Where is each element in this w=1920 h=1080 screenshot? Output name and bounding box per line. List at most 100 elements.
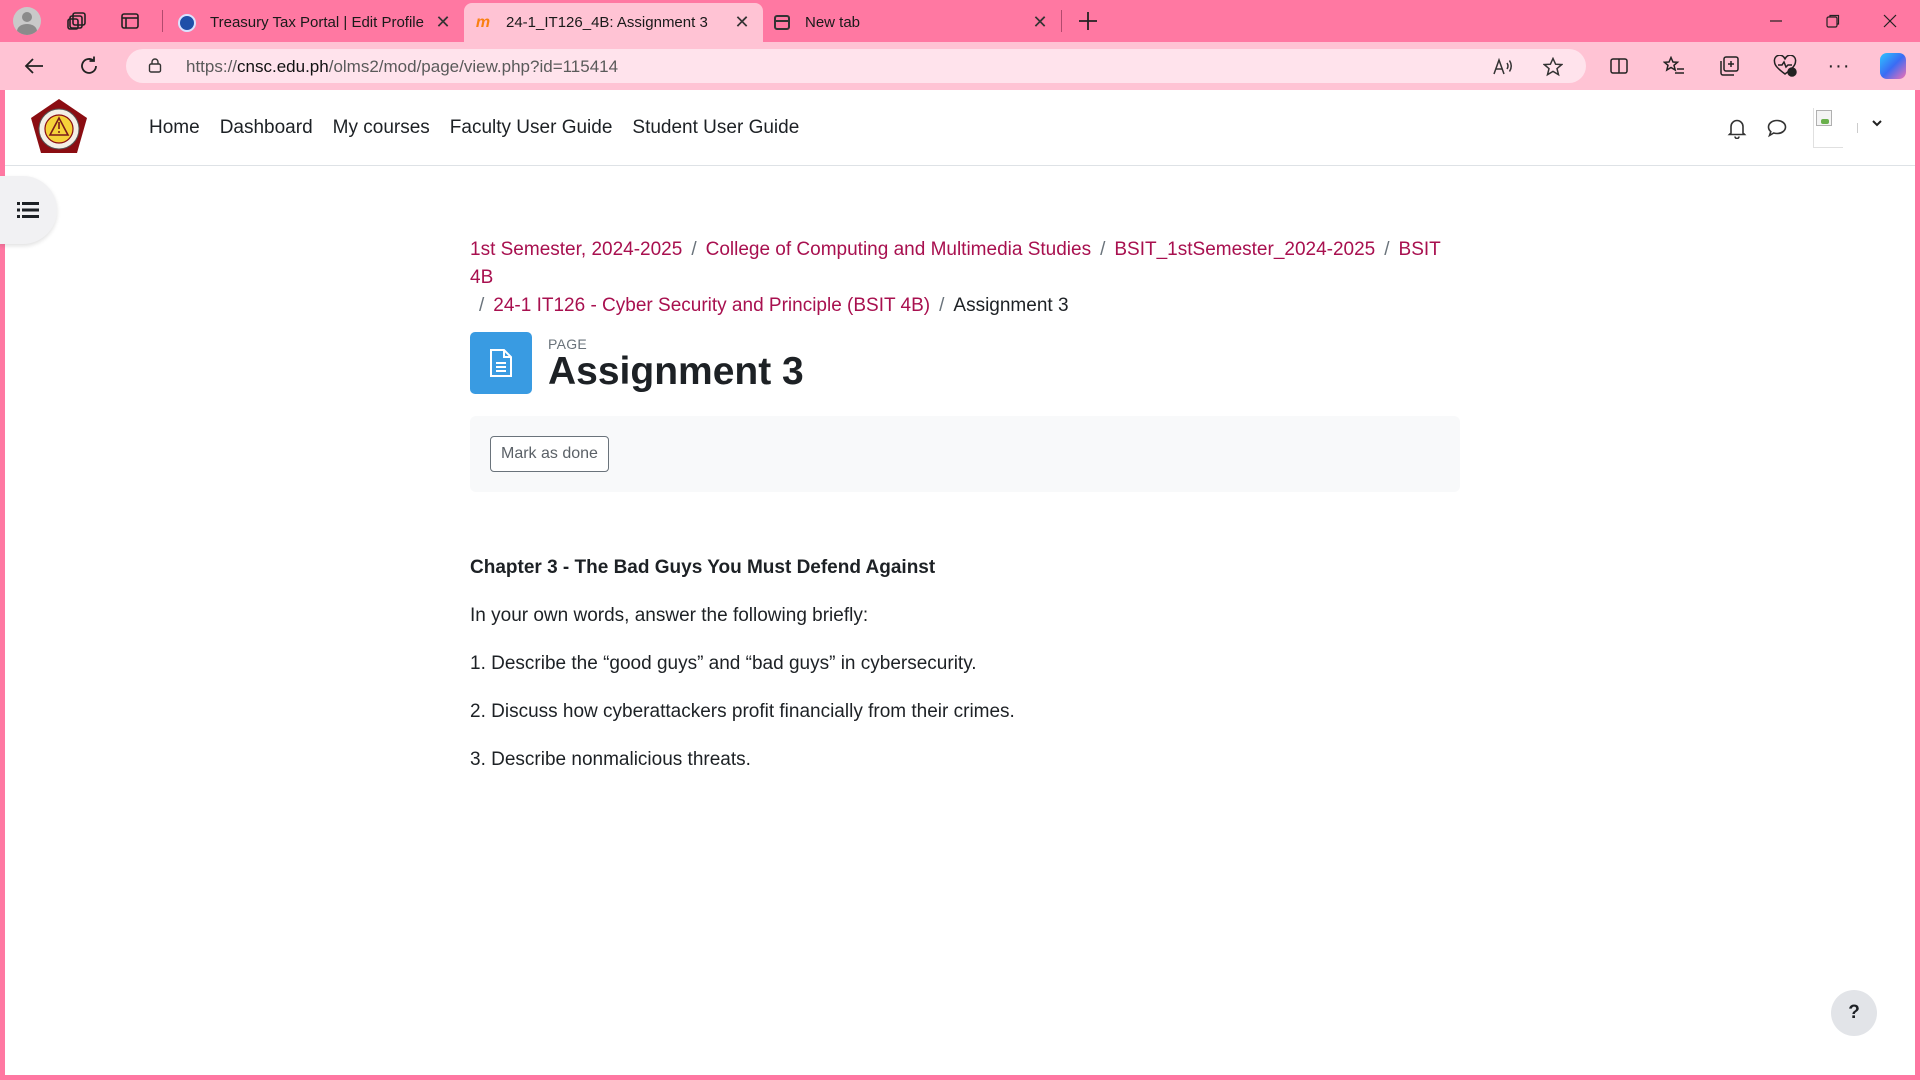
favorites-list-icon [1663, 56, 1684, 74]
site-navbar: Home Dashboard My courses Faculty User G… [5, 90, 1915, 166]
breadcrumb-separator: / [479, 295, 485, 316]
nav-home[interactable]: Home [149, 117, 200, 139]
question-item: 3. Describe nonmalicious threats. [470, 749, 751, 770]
treasury-favicon-icon [178, 13, 196, 32]
tab-separator [1061, 10, 1062, 32]
help-button[interactable]: ? [1831, 990, 1877, 1036]
user-avatar[interactable] [1813, 108, 1843, 148]
back-arrow-icon [24, 58, 43, 74]
tab-close-icon[interactable]: ✕ [432, 12, 454, 34]
chevron-down-icon [1872, 120, 1882, 127]
tab-title: New tab [805, 14, 861, 31]
breadcrumb-separator: / [939, 295, 945, 316]
messages-button[interactable] [1763, 114, 1791, 142]
page-document-icon [470, 332, 532, 394]
tab-separator [162, 10, 163, 32]
nav-dashboard[interactable]: Dashboard [220, 117, 313, 139]
restore-button[interactable] [1805, 0, 1861, 42]
tab-close-icon[interactable]: ✕ [1029, 12, 1051, 34]
tab-title: Treasury Tax Portal | Edit Profile [210, 14, 424, 31]
tab-actions-button[interactable] [114, 5, 146, 37]
breadcrumb-separator: / [1100, 239, 1106, 260]
close-icon [1883, 14, 1897, 28]
workspaces-button[interactable] [61, 5, 93, 37]
activity-header: PAGE Assignment 3 [470, 328, 1460, 410]
plus-icon [1079, 12, 1097, 30]
primary-navigation: Home Dashboard My courses Faculty User G… [139, 90, 809, 166]
nav-faculty-user-guide[interactable]: Faculty User Guide [450, 117, 613, 139]
breadcrumb: 1st Semester, 2024-2025 / College of Compu… [470, 236, 1460, 320]
browser-tab-strip: Treasury Tax Portal | Edit Profile ✕ m 2… [0, 0, 1920, 42]
breadcrumb-semester[interactable]: 1st Semester, 2024-2025 [470, 239, 682, 260]
copilot-button[interactable] [1876, 50, 1910, 82]
lock-icon [148, 58, 162, 73]
breadcrumb-program[interactable]: BSIT_1stSemester_2024-2025 [1114, 239, 1375, 260]
browser-profile-button[interactable] [11, 5, 43, 37]
split-screen-button[interactable] [1602, 50, 1636, 82]
minimize-button[interactable] [1748, 0, 1804, 42]
breadcrumb-separator: / [1384, 239, 1390, 260]
url-path: /olms2/mod/page/view.php?id=115414 [328, 57, 619, 76]
page-content: Chapter 3 - The Bad Guys You Must Defend… [470, 554, 1460, 774]
read-aloud-icon [1493, 57, 1512, 75]
content-intro: In your own words, answer the following … [470, 605, 869, 626]
breadcrumb-college[interactable]: College of Computing and Multimedia Stud… [706, 239, 1092, 260]
main-content: 1st Semester, 2024-2025 / College of Compu… [470, 236, 1460, 794]
back-button[interactable] [17, 50, 51, 82]
browser-essentials-button[interactable] [1768, 50, 1802, 82]
url-scheme: https:// [186, 57, 238, 76]
collections-button[interactable] [1712, 50, 1746, 82]
favorite-star-button[interactable] [1539, 53, 1567, 81]
breadcrumb-separator: / [691, 239, 697, 260]
refresh-icon [81, 56, 97, 74]
broken-image-icon [1816, 110, 1832, 126]
user-menu-divider [1857, 123, 1858, 133]
activity-completion-panel: Mark as done [470, 416, 1460, 492]
favorites-button[interactable] [1657, 50, 1691, 82]
breadcrumb-current: Assignment 3 [953, 295, 1069, 316]
page-title: Assignment 3 [548, 350, 804, 393]
close-window-button[interactable] [1862, 0, 1918, 42]
workspaces-icon [67, 12, 86, 30]
profile-avatar-icon [13, 7, 41, 35]
list-icon [17, 202, 39, 218]
tab-close-icon[interactable]: ✕ [731, 12, 753, 34]
content-heading: Chapter 3 - The Bad Guys You Must Defend… [470, 557, 936, 578]
mark-as-done-button[interactable]: Mark as done [490, 436, 609, 472]
moodle-favicon-icon: m [475, 13, 491, 31]
nav-my-courses[interactable]: My courses [333, 117, 430, 139]
tab-assignment[interactable]: m 24-1_IT126_4B: Assignment 3 ✕ [464, 3, 763, 42]
tab-newtab[interactable]: New tab ✕ [763, 3, 1061, 42]
split-screen-icon [1610, 58, 1628, 74]
newtab-favicon-icon [773, 14, 791, 32]
web-page: Home Dashboard My courses Faculty User G… [0, 90, 1915, 1075]
settings-more-button[interactable]: ··· [1822, 50, 1856, 82]
browser-toolbar: https://cnsc.edu.ph/olms2/mod/page/view.… [0, 42, 1920, 90]
tab-treasury[interactable]: Treasury Tax Portal | Edit Profile ✕ [168, 3, 464, 42]
question-item: 2. Discuss how cyberattackers profit fin… [470, 701, 1015, 722]
new-tab-button[interactable] [1072, 5, 1104, 37]
tab-title: 24-1_IT126_4B: Assignment 3 [506, 14, 708, 31]
url-text: https://cnsc.edu.ph/olms2/mod/page/view.… [186, 57, 618, 77]
bell-icon [1727, 119, 1747, 139]
restore-icon [1826, 14, 1840, 28]
notifications-button[interactable] [1723, 114, 1751, 142]
university-logo[interactable] [29, 98, 89, 158]
address-bar[interactable]: https://cnsc.edu.ph/olms2/mod/page/view.… [126, 49, 1586, 83]
copilot-icon [1880, 53, 1906, 79]
question-item: 1. Describe the “good guys” and “bad guy… [470, 653, 977, 674]
user-menu-toggle[interactable] [1871, 117, 1883, 132]
minimize-icon [1770, 20, 1782, 22]
url-host: cnsc.edu.ph [237, 57, 329, 76]
star-icon [1543, 57, 1563, 77]
vertical-tabs-icon [121, 13, 139, 29]
read-aloud-button[interactable] [1489, 53, 1517, 81]
nav-student-user-guide[interactable]: Student User Guide [632, 117, 799, 139]
course-index-toggle[interactable] [0, 176, 57, 244]
heart-pulse-icon [1773, 55, 1797, 77]
refresh-button[interactable] [72, 50, 106, 82]
collections-icon [1720, 56, 1739, 76]
chat-bubble-icon [1767, 119, 1787, 138]
more-dots-icon: ··· [1827, 54, 1851, 77]
breadcrumb-course[interactable]: 24-1 IT126 - Cyber Security and Principl… [493, 295, 930, 316]
